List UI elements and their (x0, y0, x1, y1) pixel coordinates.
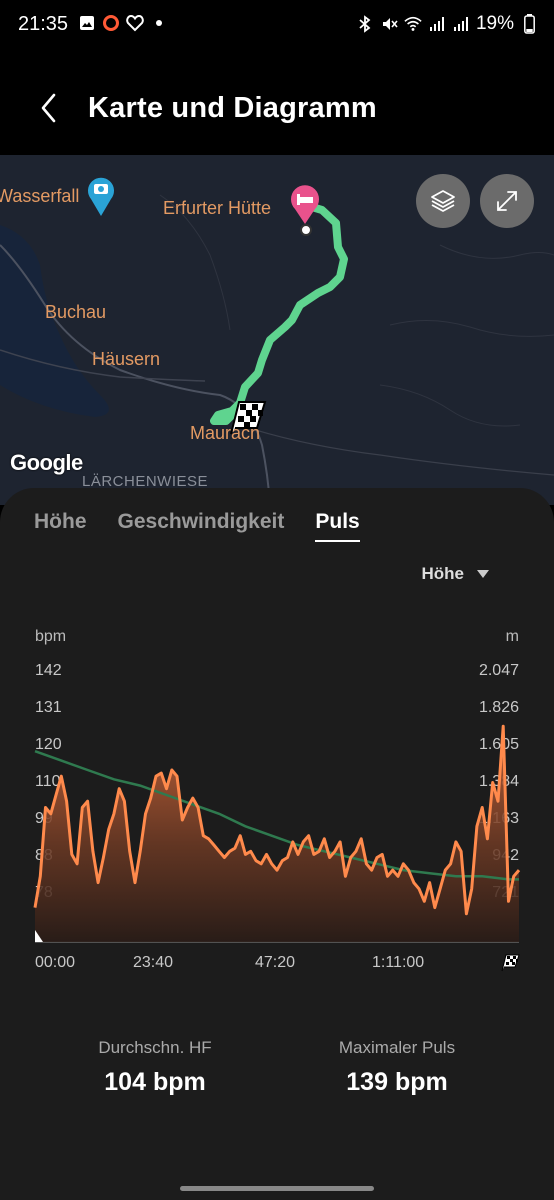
signal-icon (428, 15, 446, 33)
map-label-wasserfall: Wasserfall (0, 186, 80, 206)
heart-rate-chart[interactable] (0, 488, 554, 988)
map-label-erfurter-huette: Erfurter Hütte (163, 198, 272, 218)
bluetooth-icon (356, 15, 374, 33)
fullscreen-button[interactable] (480, 174, 534, 228)
map-label-haeusern: Häusern (92, 349, 161, 369)
camera-pin-icon[interactable] (86, 175, 116, 217)
avg-hr-stat: Durchschn. HF 104 bpm (40, 1038, 270, 1097)
x-tick-2: 47:20 (255, 954, 296, 971)
x-tick-0: 00:00 (35, 954, 76, 971)
status-time: 21:35 (18, 13, 69, 35)
expand-icon (497, 191, 517, 211)
avg-hr-value: 104 bpm (104, 1068, 206, 1096)
gallery-icon (78, 14, 96, 32)
health-icon (126, 14, 144, 32)
signal-icon-2 (452, 15, 470, 33)
status-bar: 21:35 19% (0, 0, 554, 52)
map-canvas (0, 194, 554, 505)
hotel-pin-icon[interactable] (289, 185, 321, 225)
chart-panel: Höhe Geschwindigkeit Puls Höhe bpm m 142… (0, 488, 554, 1200)
mute-icon (380, 15, 398, 33)
map-layers-button[interactable] (416, 174, 470, 228)
back-button[interactable] (34, 90, 66, 126)
google-attribution: Google (10, 450, 83, 475)
finish-flag-icon (230, 401, 267, 435)
avg-hr-label: Durchschn. HF (98, 1038, 212, 1057)
record-icon (102, 14, 120, 32)
max-hr-value: 139 bpm (346, 1068, 448, 1096)
wifi-icon (404, 15, 422, 33)
max-hr-label: Maximaler Puls (338, 1038, 456, 1057)
x-tick-1: 23:40 (133, 954, 174, 971)
page-title: Karte und Diagramm (88, 92, 377, 124)
home-indicator[interactable] (180, 1186, 374, 1191)
route-map[interactable]: Wasserfall Erfurter Hütte Buchau Häusern… (0, 155, 554, 505)
max-hr-stat: Maximaler Puls 139 bpm (282, 1038, 512, 1097)
app-header: Karte und Diagramm (0, 60, 554, 156)
layers-icon (431, 190, 455, 212)
finish-flag-axis-icon (501, 954, 520, 972)
x-tick-3: 1:11:00 (372, 954, 425, 971)
battery-percent: 19% (475, 13, 514, 34)
dot-icon (150, 14, 168, 32)
back-arrow-icon (41, 93, 56, 123)
battery-icon (520, 14, 538, 34)
map-label-buchau: Buchau (45, 302, 107, 322)
